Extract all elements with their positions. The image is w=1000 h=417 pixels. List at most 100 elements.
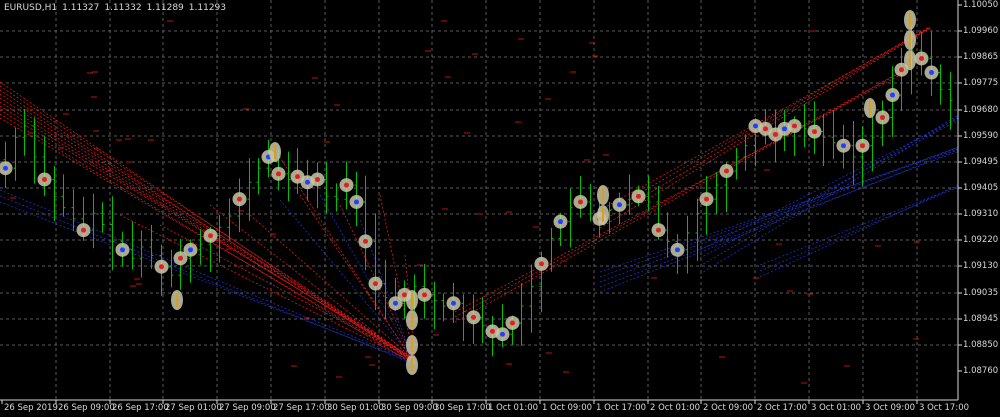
time-label: 26 Sep 17:00 (112, 403, 169, 413)
time-label: 3 Oct 01:00 (811, 403, 862, 413)
signal-marker[interactable] (232, 192, 247, 207)
signal-marker[interactable] (612, 197, 627, 212)
signal-marker[interactable] (904, 10, 916, 30)
signal-marker[interactable] (924, 65, 939, 80)
chart-window[interactable]: EURUSD,H1 1.11327 1.11332 1.11289 1.11293 1.… (0, 0, 1000, 417)
ohlc-bar (61, 174, 66, 217)
ohlc-bar (256, 158, 261, 195)
signal-line (249, 214, 416, 362)
signal-marker[interactable] (836, 138, 851, 153)
price-label: 1.09680 (963, 105, 999, 115)
signal-marker[interactable] (154, 259, 169, 274)
signal-marker[interactable] (339, 178, 354, 193)
chart-header: EURUSD,H1 1.11327 1.11332 1.11289 1.11293 (4, 3, 231, 13)
signal-line (454, 72, 906, 313)
signal-marker[interactable] (310, 172, 325, 187)
signal-marker[interactable] (203, 228, 218, 243)
price-label: 1.09495 (963, 157, 999, 167)
time-label: 30 Sep 01:00 (327, 403, 384, 413)
price-label: 1.09960 (963, 26, 999, 36)
price-label: 1.09865 (963, 52, 999, 62)
price-label: 1.09035 (963, 288, 999, 298)
symbol-timeframe: EURUSD,H1 (4, 3, 58, 13)
time-label: 2 Oct 01:00 (650, 403, 701, 413)
signal-marker[interactable] (597, 205, 609, 225)
ohlc-high: 1.11332 (104, 3, 142, 13)
signal-marker[interactable] (719, 164, 734, 179)
signal-marker[interactable] (406, 310, 418, 330)
signal-marker[interactable] (171, 290, 183, 310)
signal-marker[interactable] (115, 242, 130, 257)
time-label: 27 Sep 01:00 (165, 403, 222, 413)
signal-marker[interactable] (406, 335, 418, 355)
price-label: 1.09405 (963, 183, 999, 193)
signal-marker[interactable] (76, 223, 91, 238)
signal-marker[interactable] (573, 194, 588, 209)
signal-marker[interactable] (670, 242, 685, 257)
signal-marker[interactable] (406, 290, 418, 310)
ohlc-bar (743, 134, 748, 171)
signal-line (599, 149, 959, 293)
signal-marker[interactable] (417, 287, 432, 302)
signal-marker[interactable] (904, 30, 916, 50)
level-dashes (10, 20, 920, 384)
signal-marker[interactable] (904, 50, 916, 70)
ohlc-low: 1.11289 (146, 3, 184, 13)
time-label: 1 Oct 01:00 (488, 403, 539, 413)
signal-marker[interactable] (855, 138, 870, 153)
signal-line (599, 146, 959, 283)
signal-marker[interactable] (864, 98, 876, 118)
ohlc-bar (100, 202, 105, 233)
ohlc-bar (870, 115, 875, 172)
time-label: 3 Oct 17:00 (919, 403, 970, 413)
ohlc-bar (383, 259, 388, 320)
signal-marker[interactable] (553, 214, 568, 229)
ohlc-bar (227, 198, 232, 240)
signal-marker[interactable] (885, 88, 900, 103)
time-label: 27 Sep 17:00 (273, 403, 330, 413)
ohlc-bar (860, 126, 865, 187)
signal-marker[interactable] (466, 310, 481, 325)
signal-marker[interactable] (534, 256, 549, 271)
price-label: 1.09590 (963, 131, 999, 141)
signal-marker[interactable] (787, 119, 802, 133)
price-chart-canvas[interactable] (0, 0, 1000, 417)
ohlc-bar (948, 71, 953, 131)
signal-line (454, 69, 906, 318)
ohlc-bar (588, 183, 593, 222)
time-label: 1 Oct 09:00 (542, 403, 593, 413)
signal-marker[interactable] (368, 276, 383, 291)
time-label: 2 Oct 09:00 (703, 403, 754, 413)
price-label: 1.09775 (963, 78, 999, 88)
signal-marker[interactable] (271, 166, 286, 181)
signal-marker[interactable] (0, 161, 13, 176)
time-label: 26 Sep 2019 (4, 403, 58, 413)
time-label: 2 Oct 17:00 (757, 403, 808, 413)
signal-marker[interactable] (807, 124, 822, 139)
signal-marker[interactable] (446, 296, 461, 311)
price-label: 1.08945 (963, 314, 999, 324)
signal-marker[interactable] (505, 315, 520, 330)
signal-marker[interactable] (699, 192, 714, 207)
signal-marker[interactable] (406, 355, 418, 375)
signal-line (0, 189, 416, 363)
signal-marker[interactable] (631, 189, 646, 204)
signal-line (759, 184, 959, 278)
signal-marker[interactable] (358, 234, 373, 249)
signal-marker[interactable] (269, 142, 281, 162)
ohlc-bar (32, 117, 37, 184)
ohlc-open: 1.11327 (62, 3, 100, 13)
signal-marker[interactable] (349, 194, 364, 209)
signal-marker[interactable] (495, 327, 510, 342)
ohlc-bar (441, 293, 446, 322)
ohlc-bar (110, 196, 115, 271)
signal-marker[interactable] (597, 185, 609, 205)
signal-marker[interactable] (651, 223, 666, 238)
signal-marker[interactable] (37, 172, 52, 187)
signal-marker[interactable] (914, 51, 929, 66)
signal-line (599, 151, 959, 288)
signal-line (759, 186, 959, 272)
signal-marker[interactable] (183, 242, 198, 257)
signal-marker[interactable] (875, 110, 890, 125)
signal-line (0, 97, 416, 361)
